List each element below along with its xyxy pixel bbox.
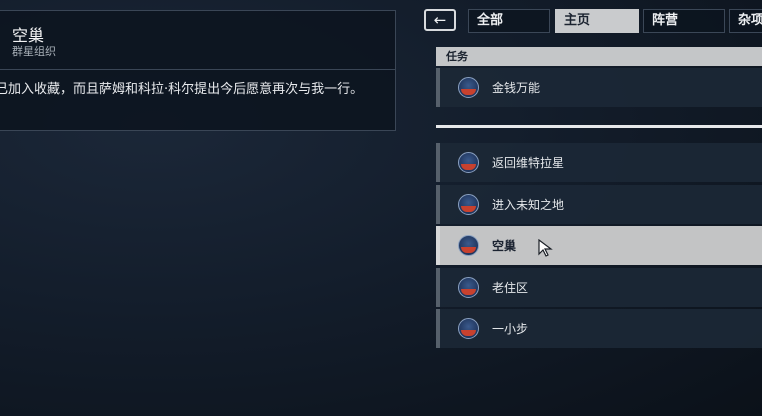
tab-all[interactable]: 全部 [468, 9, 550, 33]
mission-label: 金钱万能 [492, 81, 541, 95]
mission-item-back-to-vectera[interactable]: 返回维特拉星 [436, 143, 762, 182]
mission-label: 进入未知之地 [492, 198, 565, 212]
mission-item-money[interactable]: 金钱万能 [436, 68, 762, 107]
constellation-mission-icon [458, 318, 479, 339]
mission-item-old-neighborhood[interactable]: 老住区 [436, 268, 762, 307]
constellation-mission-icon [458, 194, 479, 215]
tab-main[interactable]: 主页 [555, 9, 639, 33]
tab-misc[interactable]: 杂项 [729, 9, 762, 33]
constellation-mission-icon [458, 77, 479, 98]
mission-label: 老住区 [492, 281, 529, 295]
section-header-missions: 任务 [436, 47, 762, 66]
back-button[interactable]: ← [424, 9, 456, 31]
mission-item-into-the-unknown[interactable]: 进入未知之地 [436, 185, 762, 224]
arrow-left-icon: ← [433, 10, 447, 29]
tab-factions[interactable]: 阵营 [643, 9, 725, 33]
mission-label: 一小步 [492, 322, 529, 336]
quest-description: 已加入收藏，而且萨姆和科拉·科尔提出今后愿意再次与我一行。 [0, 82, 364, 97]
mission-item-one-small-step[interactable]: 一小步 [436, 309, 762, 348]
constellation-mission-icon [458, 152, 479, 173]
constellation-mission-icon [458, 277, 479, 298]
mission-item-empty-nest[interactable]: 空巢 [436, 226, 762, 265]
mission-label: 空巢 [492, 239, 517, 253]
mouse-cursor-icon [538, 239, 553, 257]
quest-faction: 群星组织 [12, 45, 56, 58]
quest-detail-body: 已加入收藏，而且萨姆和科拉·科尔提出今后愿意再次与我一行。 [0, 70, 396, 131]
mission-label: 返回维特拉星 [492, 156, 565, 170]
quest-detail-header: 空巢 群星组织 [0, 10, 396, 70]
constellation-mission-icon [458, 235, 479, 256]
section-divider [436, 125, 762, 128]
